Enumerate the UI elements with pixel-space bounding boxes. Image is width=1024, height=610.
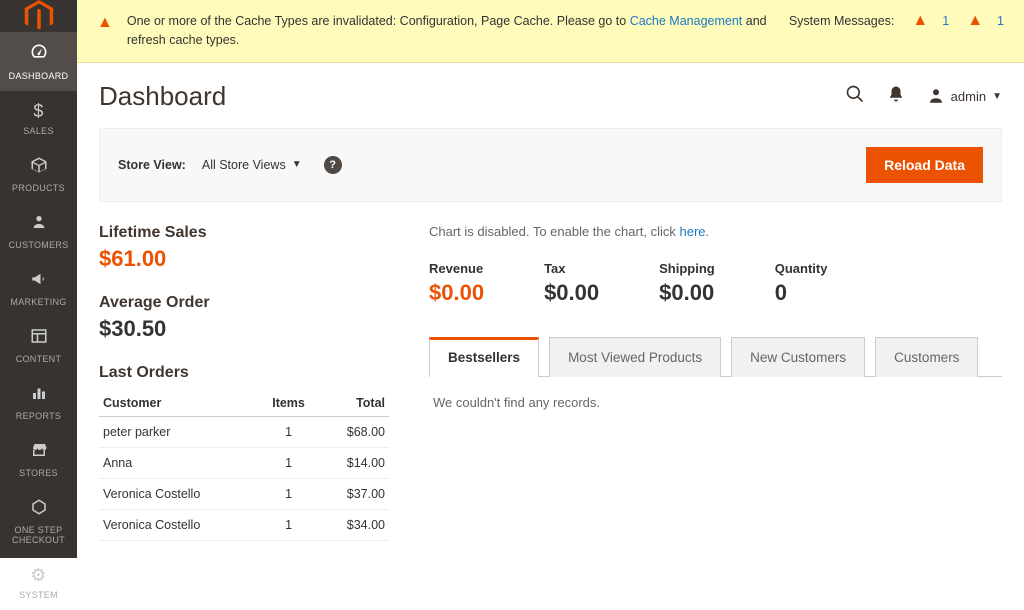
- caret-down-icon: ▼: [292, 159, 302, 170]
- system-message-count[interactable]: 1: [997, 14, 1004, 28]
- barchart-icon: [30, 384, 48, 407]
- hexagon-icon: [30, 498, 48, 521]
- enable-chart-link[interactable]: here: [680, 224, 706, 239]
- admin-user-menu[interactable]: admin ▼: [927, 87, 1002, 105]
- cache-management-link[interactable]: Cache Management: [630, 14, 743, 28]
- table-row[interactable]: Veronica Costello 1 $34.00: [99, 509, 389, 540]
- warning-icon[interactable]: ▲: [967, 12, 983, 30]
- person-icon: [31, 213, 47, 236]
- dashboard-totals: Revenue $0.00 Tax $0.00 Shipping $0.00 Q…: [429, 261, 1002, 306]
- nav-customers[interactable]: CUSTOMERS: [0, 203, 77, 260]
- store-view-label: Store View:: [118, 158, 186, 172]
- nav-stores[interactable]: STORES: [0, 431, 77, 488]
- nav-content[interactable]: CONTENT: [0, 317, 77, 374]
- nav-label: STORES: [19, 468, 58, 478]
- box-icon: [30, 156, 48, 179]
- dashboard-left-column: Lifetime Sales $61.00 Average Order $30.…: [99, 224, 389, 541]
- lifetime-sales-label: Lifetime Sales: [99, 224, 389, 242]
- dashboard-right-column: Chart is disabled. To enable the chart, …: [429, 224, 1002, 541]
- notifications-icon[interactable]: [887, 85, 905, 108]
- average-order-value: $30.50: [99, 316, 389, 342]
- tab-customers[interactable]: Customers: [875, 337, 978, 377]
- total-shipping: Shipping $0.00: [659, 261, 715, 306]
- nav-system[interactable]: ⚙ SYSTEM: [0, 555, 77, 610]
- dashboard-tabs: Bestsellers Most Viewed Products New Cus…: [429, 336, 1002, 377]
- system-message-summary: System Messages: ▲ 1 ▲ 1: [789, 12, 1004, 30]
- average-order-label: Average Order: [99, 294, 389, 312]
- layout-icon: [30, 327, 48, 350]
- nav-marketing[interactable]: MARKETING: [0, 260, 77, 317]
- tab-bestsellers[interactable]: Bestsellers: [429, 337, 539, 377]
- admin-sidebar: DASHBOARD $ SALES PRODUCTS CUSTOMERS MAR…: [0, 0, 77, 558]
- total-quantity: Quantity 0: [775, 261, 828, 306]
- warning-icon: ▲: [97, 14, 113, 32]
- magento-logo[interactable]: [0, 0, 77, 32]
- warning-icon[interactable]: ▲: [912, 12, 928, 30]
- search-icon[interactable]: [845, 84, 865, 109]
- page-header: Dashboard admin ▼: [77, 63, 1024, 120]
- gauge-icon: [29, 42, 49, 67]
- store-view-toolbar: Store View: All Store Views ▼ ? Reload D…: [99, 128, 1002, 202]
- header-actions: admin ▼: [845, 84, 1002, 109]
- nav-label: DASHBOARD: [9, 71, 69, 81]
- system-message-count[interactable]: 1: [942, 14, 949, 28]
- user-icon: [927, 87, 945, 105]
- tab-content: We couldn't find any records.: [429, 377, 1002, 428]
- nav-label: CONTENT: [16, 354, 62, 364]
- nav-label: PRODUCTS: [12, 183, 65, 193]
- nav-sales[interactable]: $ SALES: [0, 91, 77, 146]
- total-tax: Tax $0.00: [544, 261, 599, 306]
- gear-icon: ⚙: [30, 565, 46, 586]
- system-message-text: One or more of the Cache Types are inval…: [127, 12, 789, 50]
- reload-data-button[interactable]: Reload Data: [866, 147, 983, 183]
- store-view-select[interactable]: All Store Views ▼: [202, 158, 302, 172]
- dollar-icon: $: [33, 101, 43, 122]
- page-title: Dashboard: [99, 81, 845, 112]
- last-orders-title: Last Orders: [99, 364, 389, 382]
- system-message-bar: ▲ One or more of the Cache Types are inv…: [77, 0, 1024, 63]
- tab-most-viewed[interactable]: Most Viewed Products: [549, 337, 721, 377]
- nav-label: MARKETING: [10, 297, 66, 307]
- caret-down-icon: ▼: [992, 91, 1002, 102]
- system-messages-label: System Messages:: [789, 14, 895, 28]
- dashboard-content: Lifetime Sales $61.00 Average Order $30.…: [77, 202, 1024, 541]
- main-area: ▲ One or more of the Cache Types are inv…: [77, 0, 1024, 558]
- nav-products[interactable]: PRODUCTS: [0, 146, 77, 203]
- admin-username: admin: [951, 89, 986, 104]
- nav-dashboard[interactable]: DASHBOARD: [0, 32, 77, 91]
- megaphone-icon: [30, 270, 48, 293]
- col-items: Items: [258, 390, 319, 417]
- nav-label: CUSTOMERS: [8, 240, 68, 250]
- tab-new-customers[interactable]: New Customers: [731, 337, 865, 377]
- store-icon: [30, 441, 48, 464]
- last-orders-table: Customer Items Total peter parker 1 $68.…: [99, 390, 389, 541]
- nav-label: SALES: [23, 126, 54, 136]
- table-row[interactable]: Anna 1 $14.00: [99, 447, 389, 478]
- col-customer: Customer: [99, 390, 258, 417]
- nav-label: REPORTS: [16, 411, 61, 421]
- help-icon[interactable]: ?: [324, 156, 342, 174]
- lifetime-sales-value: $61.00: [99, 246, 389, 272]
- table-row[interactable]: peter parker 1 $68.00: [99, 416, 389, 447]
- store-view-value: All Store Views: [202, 158, 286, 172]
- total-revenue: Revenue $0.00: [429, 261, 484, 306]
- table-row[interactable]: Veronica Costello 1 $37.00: [99, 478, 389, 509]
- nav-one-step-checkout[interactable]: ONE STEP CHECKOUT: [0, 488, 77, 555]
- nav-reports[interactable]: REPORTS: [0, 374, 77, 431]
- nav-label: ONE STEP CHECKOUT: [2, 525, 75, 545]
- chart-disabled-message: Chart is disabled. To enable the chart, …: [429, 224, 1002, 239]
- nav-label: SYSTEM: [19, 590, 58, 600]
- col-total: Total: [319, 390, 389, 417]
